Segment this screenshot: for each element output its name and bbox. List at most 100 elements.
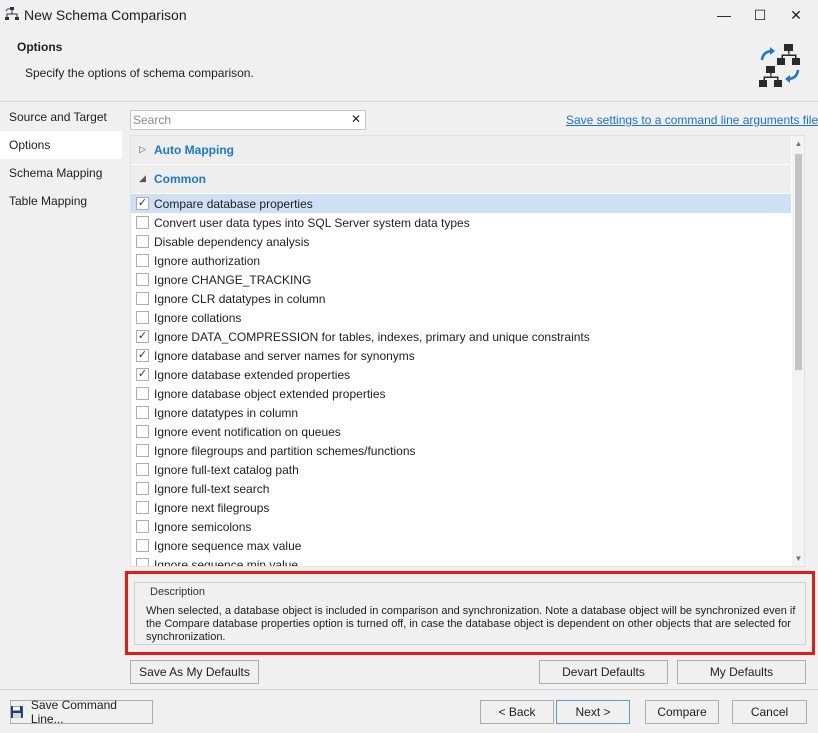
option-row[interactable]: Ignore sequence min value [131, 555, 791, 567]
checkbox-unchecked[interactable] [136, 520, 149, 533]
option-label: Ignore filegroups and partition schemes/… [154, 444, 416, 458]
minimize-button[interactable]: — [706, 0, 742, 30]
option-row[interactable]: Ignore event notification on queues [131, 422, 791, 441]
floppy-disk-icon [11, 706, 23, 718]
option-label: Ignore full-text catalog path [154, 463, 299, 477]
nav-item-options[interactable]: Options [0, 131, 122, 159]
close-button[interactable]: ✕ [778, 0, 814, 30]
option-label: Ignore CHANGE_TRACKING [154, 273, 312, 287]
option-row[interactable]: ✓ Ignore database extended properties [131, 365, 791, 384]
checkbox-unchecked[interactable] [136, 216, 149, 229]
save-settings-link[interactable]: Save settings to a command line argument… [566, 113, 818, 127]
group-auto-mapping[interactable]: ▷ Auto Mapping [131, 136, 791, 164]
option-row[interactable]: ✓ Ignore DATA_COMPRESSION for tables, ind… [131, 327, 791, 346]
checkbox-checked[interactable]: ✓ [136, 197, 149, 210]
option-label: Ignore CLR datatypes in column [154, 292, 326, 306]
option-row[interactable]: Ignore full-text search [131, 479, 791, 498]
save-as-my-defaults-button[interactable]: Save As My Defaults [130, 660, 259, 684]
option-label: Ignore database and server names for syn… [154, 349, 415, 363]
title-bar: New Schema Comparison — ☐ ✕ [0, 0, 818, 30]
option-label: Ignore authorization [154, 254, 261, 268]
checkbox-unchecked[interactable] [136, 425, 149, 438]
scroll-down-icon[interactable]: ▼ [792, 552, 804, 565]
checkbox-unchecked[interactable] [136, 406, 149, 419]
page-title: Options [17, 40, 63, 54]
next-button[interactable]: Next > [556, 700, 630, 724]
checkbox-checked[interactable]: ✓ [136, 368, 149, 381]
checkbox-checked[interactable]: ✓ [136, 349, 149, 362]
option-row[interactable]: Ignore next filegroups [131, 498, 791, 517]
checkbox-unchecked[interactable] [136, 387, 149, 400]
description-highlight-box: Description When selected, a database ob… [125, 571, 815, 655]
option-label: Ignore sequence min value [154, 558, 299, 567]
search-box: ✕ [130, 110, 366, 130]
option-label: Ignore datatypes in column [154, 406, 299, 420]
schema-compare-large-icon [759, 44, 800, 87]
checkbox-unchecked[interactable] [136, 539, 149, 552]
description-group: Description When selected, a database ob… [134, 582, 806, 645]
option-row[interactable]: ✓ Ignore database and server names for sy… [131, 346, 791, 365]
wizard-footer: Save Command Line... < Back Next > Compa… [0, 689, 818, 733]
schema-compare-icon [5, 7, 19, 20]
maximize-button[interactable]: ☐ [742, 0, 778, 30]
checkbox-checked[interactable]: ✓ [136, 330, 149, 343]
description-legend: Description [148, 586, 208, 598]
checkbox-unchecked[interactable] [136, 463, 149, 476]
checkbox-unchecked[interactable] [136, 292, 149, 305]
option-row[interactable]: Ignore semicolons [131, 517, 791, 536]
option-row[interactable]: Ignore database object extended properti… [131, 384, 791, 403]
devart-defaults-button[interactable]: Devart Defaults [539, 660, 668, 684]
scrollbar-thumb[interactable] [795, 154, 802, 370]
scroll-up-icon[interactable]: ▲ [792, 137, 804, 150]
option-row[interactable]: Ignore datatypes in column [131, 403, 791, 422]
group-common[interactable]: ◢ Common [131, 165, 791, 193]
option-row[interactable]: Ignore authorization [131, 251, 791, 270]
my-defaults-button[interactable]: My Defaults [677, 660, 806, 684]
collapse-arrow-icon[interactable]: ◢ [139, 173, 146, 184]
option-label: Ignore semicolons [154, 520, 252, 534]
sidebar-nav: Source and Target Options Schema Mapping… [0, 103, 122, 689]
nav-item-table-mapping[interactable]: Table Mapping [0, 187, 122, 215]
checkbox-unchecked[interactable] [136, 235, 149, 248]
option-row[interactable]: Ignore CLR datatypes in column [131, 289, 791, 308]
options-panel: ✕ Save settings to a command line argume… [122, 103, 818, 689]
option-label: Ignore full-text search [154, 482, 270, 496]
save-command-line-button[interactable]: Save Command Line... [10, 698, 153, 726]
save-command-line-label: Save Command Line... [30, 698, 117, 726]
checkbox-unchecked[interactable] [136, 311, 149, 324]
vertical-scrollbar[interactable]: ▲ ▼ [792, 136, 804, 566]
option-row[interactable]: Convert user data types into SQL Server … [131, 213, 791, 232]
option-label: Ignore database extended properties [154, 368, 351, 382]
option-label: Ignore collations [154, 311, 242, 325]
nav-item-source-and-target[interactable]: Source and Target [0, 103, 122, 131]
option-label: Compare database properties [154, 197, 313, 211]
checkbox-unchecked[interactable] [136, 273, 149, 286]
window-title: New Schema Comparison [24, 7, 187, 23]
search-input[interactable] [131, 111, 341, 129]
option-row[interactable]: Ignore CHANGE_TRACKING [131, 270, 791, 289]
checkbox-unchecked[interactable] [136, 558, 149, 566]
option-row[interactable]: Ignore collations [131, 308, 791, 327]
checkbox-unchecked[interactable] [136, 254, 149, 267]
nav-item-schema-mapping[interactable]: Schema Mapping [0, 159, 122, 187]
option-label: Ignore DATA_COMPRESSION for tables, inde… [154, 330, 590, 344]
clear-search-icon[interactable]: ✕ [351, 112, 361, 126]
expand-arrow-icon[interactable]: ▷ [139, 144, 146, 155]
group-label: Common [154, 172, 206, 186]
cancel-button[interactable]: Cancel [732, 700, 807, 724]
compare-button[interactable]: Compare [645, 700, 719, 724]
option-label: Ignore database object extended properti… [154, 387, 386, 401]
back-button[interactable]: < Back [480, 700, 554, 724]
option-row[interactable]: ✓ Compare database properties [131, 194, 791, 213]
option-row[interactable]: Ignore filegroups and partition schemes/… [131, 441, 791, 460]
option-label: Ignore next filegroups [154, 501, 270, 515]
option-row[interactable]: Disable dependency analysis [131, 232, 791, 251]
option-row[interactable]: Ignore full-text catalog path [131, 460, 791, 479]
option-row[interactable]: Ignore sequence max value [131, 536, 791, 555]
option-label: Ignore event notification on queues [154, 425, 341, 439]
option-label: Convert user data types into SQL Server … [154, 216, 470, 230]
checkbox-unchecked[interactable] [136, 444, 149, 457]
checkbox-unchecked[interactable] [136, 501, 149, 514]
checkbox-unchecked[interactable] [136, 482, 149, 495]
option-label: Disable dependency analysis [154, 235, 310, 249]
